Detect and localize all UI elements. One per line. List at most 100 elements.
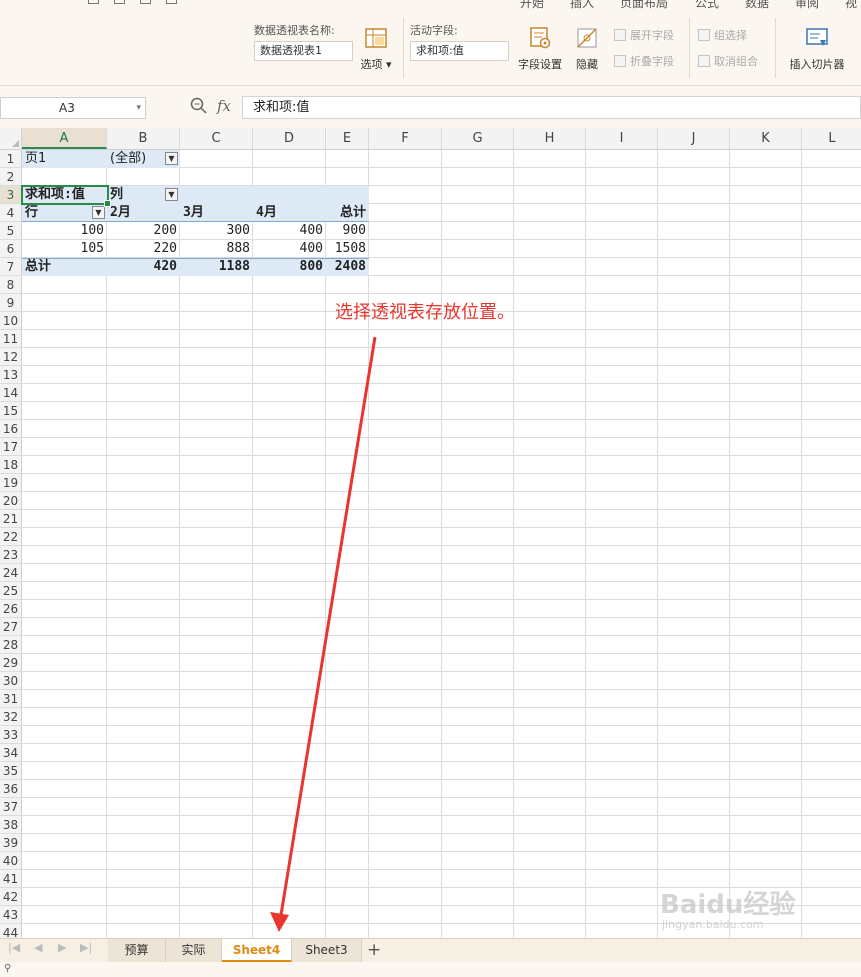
first-sheet-icon[interactable]: |◀ bbox=[8, 941, 20, 954]
options-button[interactable]: 选项 ▾ bbox=[346, 22, 406, 82]
sheet-grid[interactable]: 1 2 3 4 5 6 7 8 9 10 11 12 13 14 15 16 17 18 19 20 21 22 23 24 2… bbox=[0, 150, 861, 938]
last-sheet-icon[interactable]: ▶| bbox=[80, 941, 92, 954]
row-header[interactable]: 16 bbox=[0, 420, 22, 438]
row-header[interactable]: 39 bbox=[0, 834, 22, 852]
row-header[interactable]: 10 bbox=[0, 312, 22, 330]
pivot-value[interactable]: 888 bbox=[180, 240, 253, 258]
pivot-value[interactable]: 400 bbox=[253, 240, 326, 258]
sheet-tab-budget[interactable]: 预算 bbox=[108, 939, 166, 962]
row-header[interactable]: 9 bbox=[0, 294, 22, 312]
row-header[interactable]: 38 bbox=[0, 816, 22, 834]
row-header[interactable]: 12 bbox=[0, 348, 22, 366]
active-field-input[interactable]: 求和项:值 bbox=[410, 41, 509, 61]
row-header[interactable]: 21 bbox=[0, 510, 22, 528]
row-header[interactable]: 19 bbox=[0, 474, 22, 492]
row-filter-dropdown-icon[interactable]: ▼ bbox=[92, 206, 105, 219]
row-header[interactable]: 26 bbox=[0, 600, 22, 618]
preview-icon[interactable] bbox=[140, 0, 151, 4]
row-header[interactable]: 30 bbox=[0, 672, 22, 690]
row-header[interactable]: 2 bbox=[0, 168, 22, 186]
print-icon[interactable] bbox=[114, 0, 125, 4]
save-icon[interactable] bbox=[88, 0, 99, 4]
column-header-g[interactable]: G bbox=[442, 128, 514, 149]
zoom-icon[interactable] bbox=[190, 97, 207, 114]
row-header[interactable]: 11 bbox=[0, 330, 22, 348]
row-header[interactable]: 7 bbox=[0, 258, 22, 276]
sheet-tab-actual[interactable]: 实际 bbox=[166, 939, 222, 962]
pivot-grand-total[interactable]: 2408 bbox=[326, 258, 369, 276]
column-header-j[interactable]: J bbox=[658, 128, 730, 149]
pivot-row-field[interactable]: 行 bbox=[22, 204, 41, 222]
pivot-page-field[interactable]: 页1 bbox=[22, 150, 49, 168]
name-box[interactable]: A3 ▾ bbox=[0, 97, 146, 119]
row-header[interactable]: 37 bbox=[0, 798, 22, 816]
pivot-row-label[interactable]: 100 bbox=[22, 222, 107, 240]
column-filter-dropdown-icon[interactable]: ▼ bbox=[165, 188, 178, 201]
fx-icon[interactable]: fx bbox=[217, 97, 231, 115]
row-header[interactable]: 28 bbox=[0, 636, 22, 654]
menu-formulas[interactable]: 公式 bbox=[695, 0, 719, 11]
column-header-h[interactable]: H bbox=[514, 128, 586, 149]
undo-icon[interactable] bbox=[166, 0, 177, 4]
row-header[interactable]: 42 bbox=[0, 888, 22, 906]
column-header-i[interactable]: I bbox=[586, 128, 658, 149]
collapse-field-button[interactable]: 折叠字段 bbox=[614, 53, 674, 69]
row-header[interactable]: 13 bbox=[0, 366, 22, 384]
row-header[interactable]: 22 bbox=[0, 528, 22, 546]
row-header[interactable]: 32 bbox=[0, 708, 22, 726]
pivot-row-label[interactable]: 105 bbox=[22, 240, 107, 258]
row-header[interactable]: 27 bbox=[0, 618, 22, 636]
pivot-total[interactable]: 1188 bbox=[180, 258, 253, 276]
pivot-total[interactable]: 420 bbox=[107, 258, 180, 276]
row-header[interactable]: 31 bbox=[0, 690, 22, 708]
row-header[interactable]: 34 bbox=[0, 744, 22, 762]
pivot-total[interactable]: 800 bbox=[253, 258, 326, 276]
next-sheet-icon[interactable]: ▶ bbox=[58, 941, 66, 954]
pivot-name-input[interactable]: 数据透视表1 bbox=[254, 41, 353, 61]
prev-sheet-icon[interactable]: ◀ bbox=[34, 941, 42, 954]
row-header[interactable]: 29 bbox=[0, 654, 22, 672]
name-box-dropdown-icon[interactable]: ▾ bbox=[136, 98, 141, 118]
pivot-value[interactable]: 900 bbox=[326, 222, 369, 240]
pivot-page-value[interactable]: (全部) bbox=[107, 150, 149, 168]
row-header[interactable]: 6 bbox=[0, 240, 22, 258]
row-header[interactable]: 41 bbox=[0, 870, 22, 888]
menu-home[interactable]: 开始 bbox=[520, 0, 544, 11]
row-header[interactable]: 5 bbox=[0, 222, 22, 240]
sheet-tab-sheet3[interactable]: Sheet3 bbox=[292, 939, 362, 962]
column-header-e[interactable]: E bbox=[326, 128, 369, 149]
pivot-value[interactable]: 200 bbox=[107, 222, 180, 240]
column-header-f[interactable]: F bbox=[369, 128, 442, 149]
menu-data[interactable]: 数据 bbox=[745, 0, 769, 11]
row-header[interactable]: 8 bbox=[0, 276, 22, 294]
pivot-total-label[interactable]: 总计 bbox=[22, 258, 54, 276]
row-header[interactable]: 14 bbox=[0, 384, 22, 402]
column-header-l[interactable]: L bbox=[802, 128, 861, 149]
hide-button[interactable]: 隐藏 bbox=[557, 22, 617, 82]
column-header-k[interactable]: K bbox=[730, 128, 802, 149]
row-header[interactable]: 36 bbox=[0, 780, 22, 798]
row-header[interactable]: 15 bbox=[0, 402, 22, 420]
insert-slicer-button[interactable]: 插入切片器 bbox=[784, 22, 850, 82]
ungroup-button[interactable]: 取消组合 bbox=[698, 53, 758, 69]
row-header[interactable]: 1 bbox=[0, 150, 22, 168]
page-filter-dropdown-icon[interactable]: ▼ bbox=[165, 152, 178, 165]
pivot-value[interactable]: 300 bbox=[180, 222, 253, 240]
column-header-d[interactable]: D bbox=[253, 128, 326, 149]
row-header[interactable]: 23 bbox=[0, 546, 22, 564]
row-header[interactable]: 33 bbox=[0, 726, 22, 744]
expand-field-button[interactable]: 展开字段 bbox=[614, 27, 674, 43]
row-header[interactable]: 40 bbox=[0, 852, 22, 870]
column-header-c[interactable]: C bbox=[180, 128, 253, 149]
pivot-value[interactable]: 1508 bbox=[326, 240, 369, 258]
pivot-value[interactable]: 400 bbox=[253, 222, 326, 240]
row-header[interactable]: 43 bbox=[0, 906, 22, 924]
row-header[interactable]: 20 bbox=[0, 492, 22, 510]
row-header[interactable]: 44 bbox=[0, 924, 22, 938]
menu-insert[interactable]: 插入 bbox=[570, 0, 594, 11]
pivot-value[interactable]: 220 bbox=[107, 240, 180, 258]
macro-status-icon[interactable]: ⚲ bbox=[4, 963, 11, 974]
sheet-tab-sheet4[interactable]: Sheet4 bbox=[222, 939, 292, 962]
row-header[interactable]: 17 bbox=[0, 438, 22, 456]
menu-view[interactable]: 视 bbox=[845, 0, 857, 11]
